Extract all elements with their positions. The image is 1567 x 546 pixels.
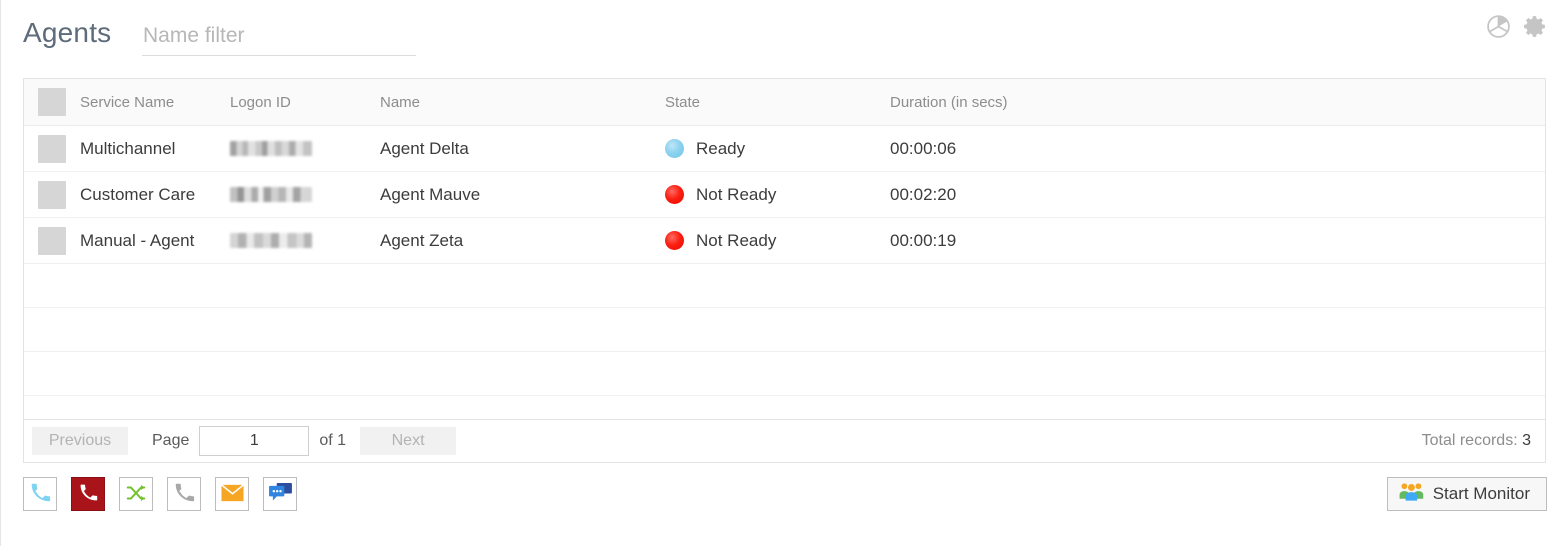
- transfer-call-button[interactable]: [119, 477, 153, 511]
- redacted-logon-id: [230, 233, 312, 248]
- redacted-logon-id: [230, 187, 312, 202]
- email-button[interactable]: [215, 477, 249, 511]
- cell-service-name: Multichannel: [80, 138, 176, 158]
- people-group-icon: [1399, 481, 1424, 507]
- cell-duration: 00:00:19: [890, 230, 957, 250]
- pagination-bar: Previous Page of 1 Next Total records: 3: [24, 419, 1545, 462]
- table-row-empty: [24, 352, 1545, 396]
- cell-service-name: Manual - Agent: [80, 230, 195, 250]
- cell-state: Not Ready: [665, 231, 890, 251]
- status-badge: Ready: [696, 138, 746, 158]
- row-checkbox[interactable]: [38, 180, 66, 209]
- total-records: Total records: 3: [1422, 432, 1531, 450]
- cell-agent-name: Agent Delta: [380, 138, 469, 158]
- cell-service-name: Customer Care: [80, 184, 196, 204]
- phone-icon: [30, 482, 51, 506]
- gear-icon[interactable]: [1523, 14, 1548, 44]
- page-title: Agents: [23, 17, 112, 48]
- phone-icon: [79, 483, 98, 505]
- redacted-logon-id: [230, 141, 312, 156]
- table-row-empty: [24, 308, 1545, 352]
- end-call-button[interactable]: [71, 477, 105, 511]
- column-header-state[interactable]: State: [665, 94, 890, 111]
- status-dot-ready: [665, 139, 684, 158]
- page-label: Page: [152, 432, 190, 449]
- cell-state: Ready: [665, 139, 890, 159]
- cell-logon-id: [230, 233, 380, 248]
- select-all-cell[interactable]: [24, 88, 80, 116]
- table-row-empty: [24, 264, 1545, 308]
- pie-chart-icon[interactable]: [1486, 14, 1511, 44]
- row-select-cell[interactable]: [24, 226, 80, 255]
- column-header-name[interactable]: Name: [380, 94, 665, 111]
- select-all-checkbox[interactable]: [38, 88, 66, 116]
- table-row[interactable]: Customer Care Agent Mauve Not Ready 00:0…: [24, 172, 1545, 218]
- row-select-cell[interactable]: [24, 180, 80, 209]
- answer-call-button[interactable]: [23, 477, 57, 511]
- hold-call-button[interactable]: [167, 477, 201, 511]
- total-records-value: 3: [1522, 432, 1531, 449]
- column-header-logon-id[interactable]: Logon ID: [230, 94, 380, 111]
- next-page-button[interactable]: Next: [360, 427, 457, 455]
- agents-table: Service Name Logon ID Name State Duratio…: [23, 78, 1546, 463]
- cell-logon-id: [230, 141, 380, 156]
- row-select-cell[interactable]: [24, 134, 80, 163]
- cell-state: Not Ready: [665, 185, 890, 205]
- cell-duration: 00:02:20: [890, 184, 957, 204]
- status-dot-not-ready: [665, 185, 684, 204]
- table-row[interactable]: Manual - Agent Agent Zeta Not Ready 00:0…: [24, 218, 1545, 264]
- chat-bubbles-icon: [268, 482, 292, 506]
- header-icon-group: [1486, 14, 1548, 44]
- action-toolbar: [23, 477, 297, 511]
- cell-duration: 00:00:06: [890, 138, 957, 158]
- table-row[interactable]: Multichannel Agent Delta Ready 00:00:06: [24, 126, 1545, 172]
- column-header-service-name[interactable]: Service Name: [80, 94, 230, 111]
- agents-panel: Agents Name filter Service Name Logon ID…: [0, 0, 1567, 546]
- chat-button[interactable]: [263, 477, 297, 511]
- status-badge: Not Ready: [696, 184, 777, 204]
- start-monitor-button[interactable]: Start Monitor: [1386, 477, 1547, 511]
- previous-page-button[interactable]: Previous: [32, 427, 128, 455]
- envelope-icon: [220, 483, 244, 505]
- page-count-label: of 1: [319, 432, 347, 449]
- table-header-row: Service Name Logon ID Name State Duratio…: [24, 79, 1545, 126]
- name-filter-input[interactable]: [142, 24, 416, 56]
- cell-agent-name: Agent Zeta: [380, 230, 464, 250]
- cell-agent-name: Agent Mauve: [380, 184, 481, 204]
- total-records-label: Total records:: [1421, 432, 1518, 449]
- shuffle-icon: [125, 482, 147, 507]
- page-header: Agents: [1, 0, 1567, 72]
- phone-icon: [174, 482, 195, 506]
- status-badge: Not Ready: [696, 230, 777, 250]
- cell-logon-id: [230, 187, 380, 202]
- row-checkbox[interactable]: [38, 134, 66, 163]
- start-monitor-label: Start Monitor: [1432, 484, 1530, 503]
- row-checkbox[interactable]: [38, 226, 66, 255]
- name-filter-wrapper: [142, 24, 416, 56]
- page-number-input[interactable]: [199, 426, 310, 456]
- column-header-duration[interactable]: Duration (in secs): [890, 94, 1190, 111]
- status-dot-not-ready: [665, 231, 684, 250]
